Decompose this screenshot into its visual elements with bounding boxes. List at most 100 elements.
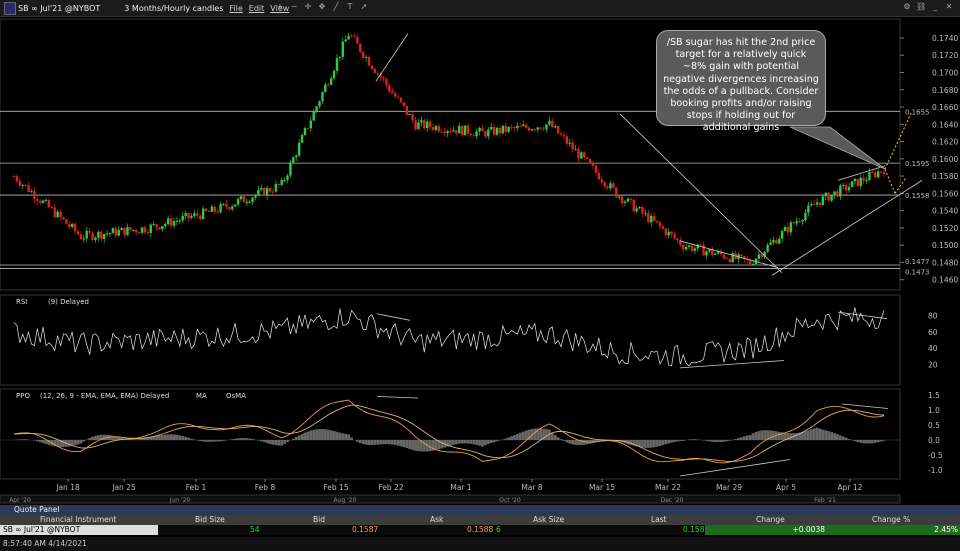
price-tick-label: 0.1660 [932, 103, 958, 112]
osma-bar [475, 440, 479, 446]
candle-body [332, 70, 336, 79]
candle-body [667, 231, 670, 236]
col-ask-size[interactable]: Ask Size [533, 515, 564, 525]
zoom-out-icon[interactable]: − [289, 2, 299, 12]
crosshair-icon[interactable]: ✛ [303, 2, 313, 12]
chart-toolbar: SB ∞ Jul'21 @NYBOT 3 Months/Hourly candl… [0, 0, 960, 17]
osma-bar [545, 429, 548, 440]
candle-body [27, 184, 30, 192]
osma-bar [294, 437, 298, 440]
osma-bar [705, 440, 708, 441]
osma-bar [865, 440, 868, 444]
col-instrument[interactable]: Financial Instrument [40, 515, 117, 525]
candle-body [286, 175, 289, 180]
candle-body [114, 228, 118, 236]
osma-bar [472, 440, 476, 445]
candle-body [82, 238, 86, 240]
date-tick-label: Feb 15 [323, 483, 348, 492]
candle-body [865, 180, 868, 182]
candle-body [827, 192, 830, 201]
osma-bar [693, 439, 697, 440]
price-tick-label: 0.1600 [932, 155, 958, 164]
osma-bar [405, 440, 409, 449]
price-tick-label: 0.1460 [932, 276, 958, 285]
quote-instrument[interactable]: SB ∞ Jul'21 @NYBOT [0, 525, 158, 535]
osma-bar [824, 430, 828, 440]
menu-edit[interactable]: Edit [249, 4, 265, 13]
symbol-label[interactable]: SB ∞ Jul'21 @NYBOT [18, 4, 100, 13]
candle-body [673, 234, 676, 239]
candle-body [545, 124, 548, 130]
candle-body [705, 251, 708, 256]
col-ask[interactable]: Ask [430, 515, 443, 525]
candle-body [714, 253, 717, 255]
osma-bar [853, 440, 857, 442]
osma-bar [251, 439, 254, 440]
candle-body [376, 73, 379, 75]
osma-bar [518, 432, 522, 440]
candle-body [862, 177, 865, 181]
ppo-params: (12, 26, 9 - EMA, EMA, EMA) Delayed [40, 392, 169, 400]
rsi-tick-label: 40 [928, 344, 938, 353]
candle-body [812, 204, 816, 206]
candle-body [143, 227, 147, 233]
osma-bar [91, 436, 94, 440]
osma-bar [882, 440, 886, 441]
ppo-ma-label: MA [196, 392, 207, 400]
link-icon[interactable]: ⛓ [916, 2, 926, 12]
osma-bar [559, 439, 563, 440]
text-tool-icon[interactable]: T [345, 2, 355, 12]
osma-bar [41, 440, 45, 444]
osma-bar [510, 436, 513, 440]
col-change-pct[interactable]: Change % [872, 515, 910, 525]
draw-line-icon[interactable]: ╱ [331, 2, 341, 12]
osma-bar [836, 434, 839, 440]
candle-body [417, 122, 420, 130]
quote-ask: 0.1588 [467, 525, 494, 534]
zoom-in-icon[interactable]: + [275, 2, 285, 12]
quote-ask-size: 6 [496, 525, 501, 534]
osma-bar [641, 440, 644, 448]
minimize-icon[interactable]: _ [930, 2, 940, 12]
osma-bar [745, 435, 749, 440]
candle-body [292, 157, 295, 163]
osma-bar [434, 440, 438, 451]
quote-row[interactable]: SB ∞ Jul'21 @NYBOT 54 0.1587 0.1588 6 0.… [0, 525, 960, 535]
col-last[interactable]: Last [651, 515, 667, 525]
osma-bar [763, 430, 767, 440]
candle-body [97, 231, 100, 238]
settings-icon[interactable]: ⚙ [902, 2, 912, 12]
candle-body [501, 125, 505, 134]
osma-bar [169, 434, 173, 440]
menu-file[interactable]: File [229, 4, 242, 13]
candle-body [117, 229, 120, 236]
osma-bar [73, 440, 77, 446]
col-change[interactable]: Change [756, 515, 785, 525]
candle-body [239, 196, 243, 200]
osma-bar [676, 440, 679, 442]
col-bid[interactable]: Bid [313, 515, 325, 525]
candle-body [423, 120, 426, 129]
osma-bar [210, 440, 214, 442]
osma-bar [728, 440, 732, 441]
osma-bar [306, 431, 310, 440]
candle-body [818, 202, 822, 205]
close-icon[interactable]: ✕ [944, 2, 954, 12]
candle-body [658, 222, 662, 227]
candle-body [364, 56, 368, 58]
candle-body [591, 163, 595, 166]
osma-bar [463, 440, 467, 444]
osma-bar [213, 440, 217, 442]
candle-body [251, 197, 254, 202]
osma-bar [844, 437, 848, 440]
date-tick-label: Apr 12 [838, 483, 863, 492]
col-bid-size[interactable]: Bid Size [195, 515, 225, 525]
period-label[interactable]: 3 Months/Hourly candles [124, 4, 223, 13]
osma-bar [35, 440, 39, 442]
candle-body [135, 229, 138, 233]
overview-label: Oct '20 [499, 497, 521, 504]
pan-icon[interactable]: ✥ [317, 2, 327, 12]
arrow-tool-icon[interactable]: ➚ [359, 2, 369, 12]
rsi-params: (9) Delayed [48, 298, 89, 306]
osma-bar [187, 437, 190, 440]
